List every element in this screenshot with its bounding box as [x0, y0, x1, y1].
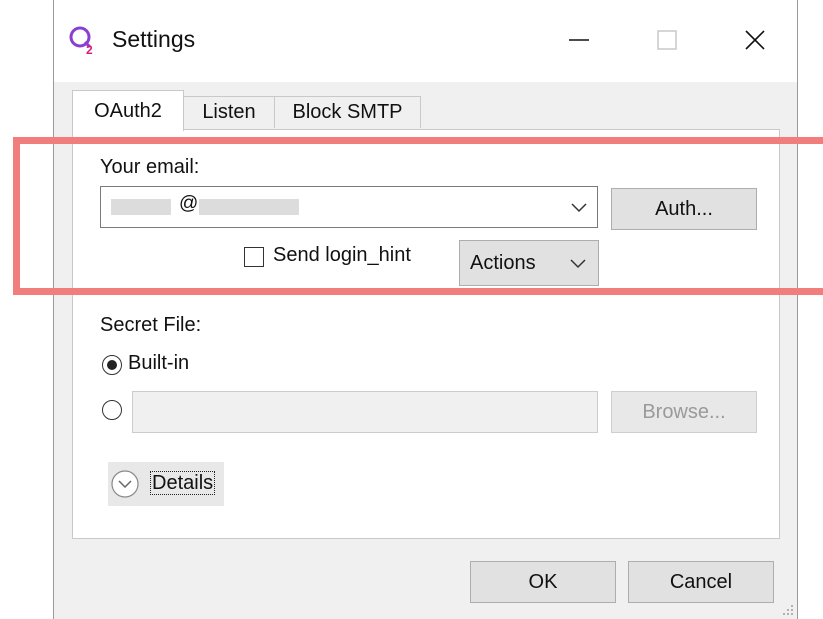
redacted-domain: [199, 199, 299, 215]
close-icon: [745, 30, 765, 50]
custom-file-radio[interactable]: [102, 400, 122, 420]
auth-button[interactable]: Auth...: [611, 188, 757, 230]
email-at-sign: @: [179, 193, 199, 214]
redacted-username: [111, 199, 171, 215]
maximize-icon: [657, 30, 677, 50]
actions-dropdown[interactable]: Actions: [459, 240, 599, 286]
tab-oauth2[interactable]: OAuth2: [72, 90, 184, 131]
browse-button[interactable]: Browse...: [611, 391, 757, 433]
title-bar[interactable]: 2 Settings: [54, 0, 797, 82]
chevron-down-icon: [571, 203, 587, 213]
builtin-radio[interactable]: [102, 355, 122, 375]
details-expander[interactable]: Details: [108, 462, 224, 506]
resize-grip-icon[interactable]: [781, 603, 795, 617]
tab-listen[interactable]: Listen: [183, 96, 275, 128]
tab-block-smtp[interactable]: Block SMTP: [274, 96, 421, 128]
close-button[interactable]: [727, 14, 783, 66]
app-icon: 2: [69, 26, 93, 55]
email-combobox[interactable]: @: [100, 186, 598, 228]
ok-button[interactable]: OK: [470, 561, 616, 603]
window-title: Settings: [112, 26, 196, 52]
radio-selected-dot: [107, 360, 117, 370]
cancel-button[interactable]: Cancel: [628, 561, 774, 603]
send-login-hint-checkbox[interactable]: [244, 247, 264, 267]
combo-dropdown-arrow[interactable]: [569, 198, 589, 218]
svg-text:2: 2: [86, 43, 93, 55]
settings-window: 2 Settings OAuth2 Listen Block SMTP Your…: [53, 0, 798, 619]
secret-file-label: Secret File:: [100, 314, 202, 336]
minimize-button[interactable]: [551, 14, 607, 66]
send-login-hint-label[interactable]: Send login_hint: [273, 244, 411, 267]
minimize-icon: [569, 39, 589, 41]
secret-file-path-field[interactable]: [132, 391, 598, 433]
email-label: Your email:: [100, 156, 200, 178]
expand-chevron-icon: [111, 470, 139, 498]
chevron-down-icon: [570, 259, 586, 269]
actions-label: Actions: [470, 251, 536, 274]
maximize-button[interactable]: [639, 14, 695, 66]
details-label: Details: [150, 471, 216, 495]
builtin-label[interactable]: Built-in: [128, 352, 189, 375]
